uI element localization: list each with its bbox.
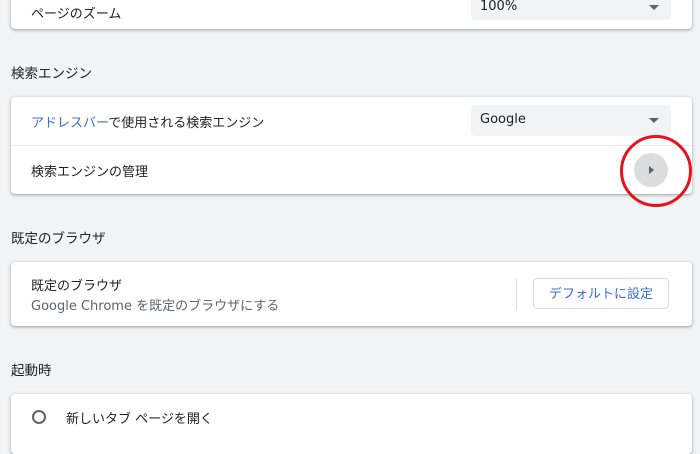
- divider: [516, 279, 517, 310]
- address-bar-engine-label: アドレスバーで使用される検索エンジン: [31, 112, 264, 131]
- search-engine-select[interactable]: Google: [471, 105, 671, 136]
- make-default-button[interactable]: デフォルトに設定: [533, 278, 669, 309]
- startup-option-new-tab-label: 新しいタブ ページを開く: [66, 412, 213, 427]
- highlight-circle: [620, 135, 692, 207]
- startup-option-new-tab[interactable]: 新しいタブ ページを開く: [11, 394, 692, 442]
- page-zoom-select[interactable]: 100%: [471, 0, 671, 20]
- page-zoom-value: 100%: [480, 0, 518, 14]
- address-bar-link[interactable]: アドレスバー: [31, 116, 108, 131]
- default-browser-title: 既定のブラウザ: [31, 279, 123, 294]
- address-bar-engine-suffix: で使用される検索エンジン: [108, 116, 265, 131]
- default-browser-section-title: 既定のブラウザ: [11, 231, 106, 247]
- chevron-down-icon: [649, 5, 659, 10]
- default-browser-subtitle: Google Chrome を既定のブラウザにする: [31, 299, 280, 314]
- search-engine-value: Google: [480, 112, 526, 127]
- radio-icon[interactable]: [32, 410, 46, 424]
- search-engine-card: アドレスバーで使用される検索エンジン Google 検索エンジンの管理: [11, 97, 692, 194]
- search-engine-section-title: 検索エンジン: [11, 66, 92, 82]
- manage-search-engines-row[interactable]: 検索エンジンの管理: [11, 146, 692, 194]
- appearance-card: ページのズーム 100%: [11, 0, 692, 29]
- page-zoom-label: ページのズーム: [31, 7, 122, 22]
- chevron-down-icon: [649, 118, 659, 123]
- default-browser-card: 既定のブラウザ Google Chrome を既定のブラウザにする デフォルトに…: [11, 262, 692, 326]
- on-startup-card: 新しいタブ ページを開く: [11, 394, 692, 454]
- address-bar-engine-row: アドレスバーで使用される検索エンジン Google: [11, 97, 692, 145]
- manage-search-engines-label: 検索エンジンの管理: [31, 165, 149, 180]
- on-startup-section-title: 起動時: [11, 363, 52, 379]
